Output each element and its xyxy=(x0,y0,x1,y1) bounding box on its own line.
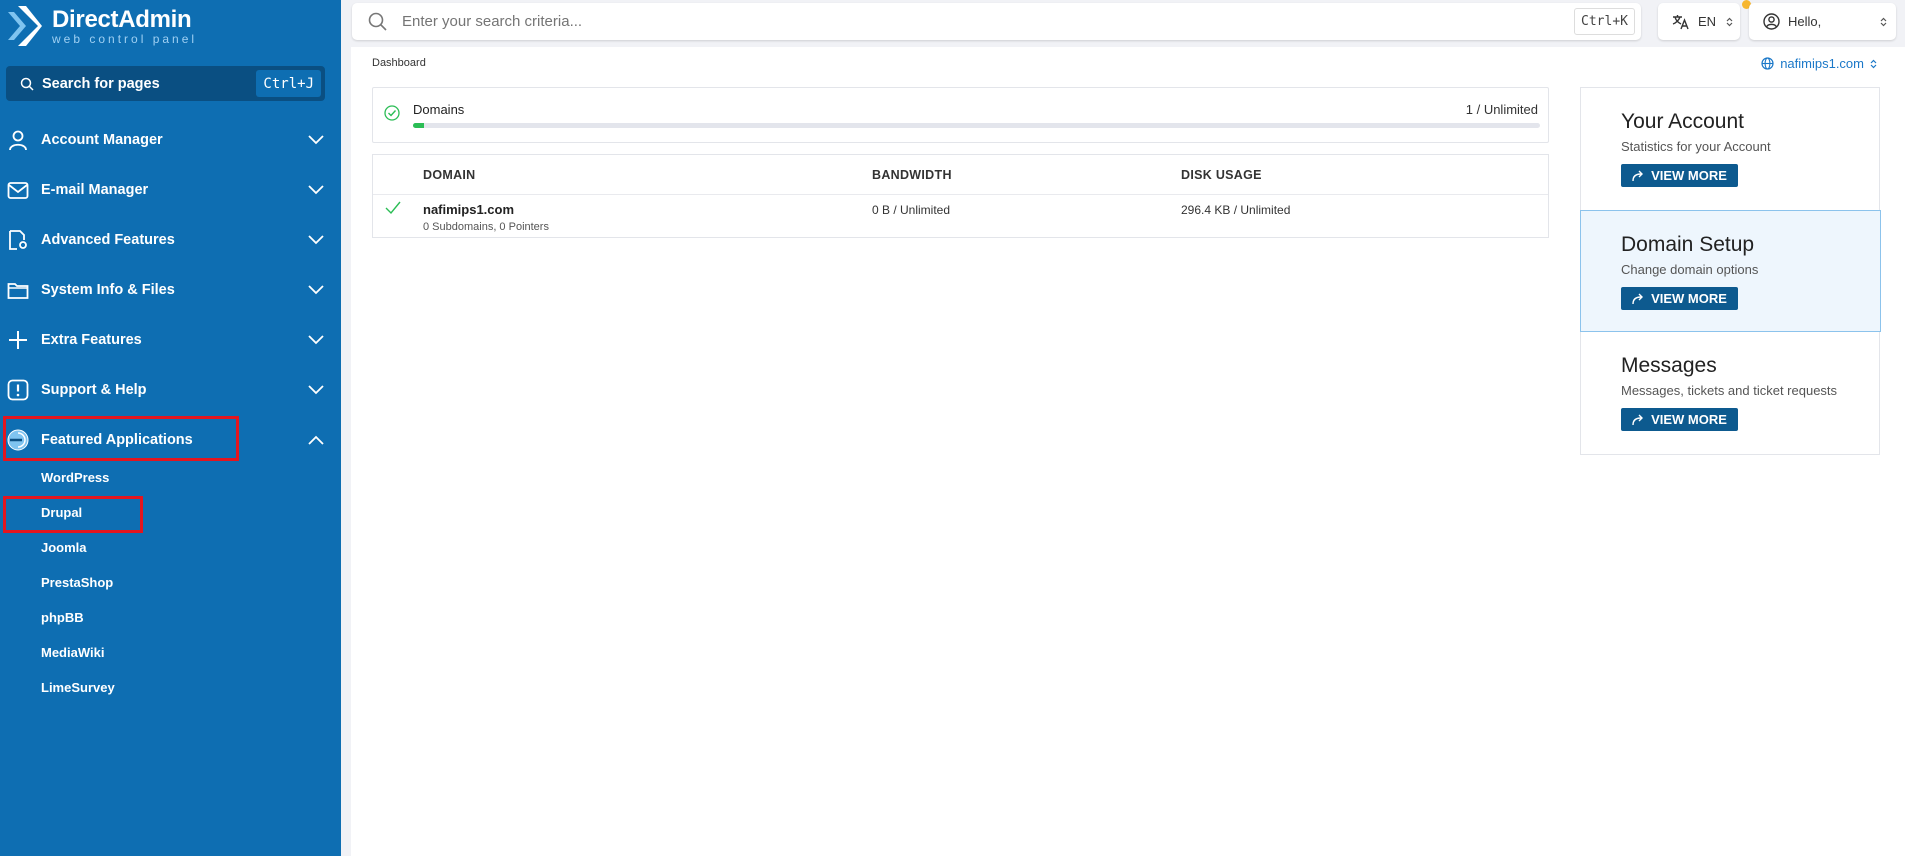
directadmin-logo[interactable]: DirectAdmin web control panel xyxy=(6,6,197,46)
global-search-input[interactable] xyxy=(402,13,1502,30)
column-header-disk-usage: DISK USAGE xyxy=(1181,168,1262,182)
sidebar-menu: Account Manager E-mail Manager Advanced … xyxy=(0,115,341,465)
view-more-label: VIEW MORE xyxy=(1651,291,1727,306)
main-content: Dashboard nafimips1.com Domains 1 / Unli… xyxy=(351,47,1905,856)
card-title: Your Account xyxy=(1621,110,1744,133)
sidebar-item-label: System Info & Files xyxy=(41,282,175,298)
language-selector[interactable]: EN xyxy=(1658,3,1740,40)
submenu-item-mediawiki[interactable]: MediaWiki xyxy=(0,635,341,670)
table-divider xyxy=(373,194,1548,195)
sidebar-item-label: Advanced Features xyxy=(41,232,175,248)
user-icon xyxy=(9,130,27,151)
view-more-button[interactable]: VIEW MORE xyxy=(1621,164,1738,187)
redirect-icon xyxy=(1632,170,1644,181)
domains-usage-value: 1 / Unlimited xyxy=(1465,102,1538,117)
global-search-shortcut: Ctrl+K xyxy=(1574,8,1635,35)
language-label: EN xyxy=(1698,14,1717,29)
sidebar-search-shortcut: Ctrl+J xyxy=(256,70,321,97)
search-icon xyxy=(20,77,34,91)
sidebar-item-label: Support & Help xyxy=(41,382,147,398)
updown-chevron-icon xyxy=(1880,17,1887,27)
search-icon xyxy=(368,12,387,31)
table-cell-domain[interactable]: nafimips1.com xyxy=(423,202,514,217)
selected-domain-label: nafimips1.com xyxy=(1780,56,1864,71)
card-messages: Messages Messages, tickets and ticket re… xyxy=(1581,332,1881,454)
table-cell-domain-details: 0 Subdomains, 0 Pointers xyxy=(423,221,549,233)
domains-usage-label: Domains xyxy=(413,102,465,117)
folder-icon xyxy=(7,283,29,299)
sidebar-item-support-help[interactable]: Support & Help xyxy=(0,365,341,415)
sidebar-item-label: Account Manager xyxy=(41,132,163,148)
view-more-button[interactable]: VIEW MORE xyxy=(1621,287,1738,310)
card-description: Messages, tickets and ticket requests xyxy=(1621,383,1838,398)
domains-usage-bar xyxy=(413,123,1540,128)
domain-selector[interactable]: nafimips1.com xyxy=(1761,56,1877,71)
redirect-icon xyxy=(1632,293,1644,304)
domains-usage-card: Domains 1 / Unlimited xyxy=(372,87,1549,143)
submenu-item-prestashop[interactable]: PrestaShop xyxy=(0,565,341,600)
sidebar-item-system-info-files[interactable]: System Info & Files xyxy=(0,265,341,315)
sidebar-item-extra-features[interactable]: Extra Features xyxy=(0,315,341,365)
chevron-up-icon xyxy=(308,435,324,445)
card-description: Change domain options xyxy=(1621,262,1759,277)
column-header-bandwidth: BANDWIDTH xyxy=(872,168,952,182)
user-menu[interactable]: Hello, xyxy=(1749,3,1896,40)
sidebar: DirectAdmin web control panel Search for… xyxy=(0,0,341,856)
submenu-item-limesurvey[interactable]: LimeSurvey xyxy=(0,670,341,705)
sidebar-item-email-manager[interactable]: E-mail Manager xyxy=(0,165,341,215)
view-more-button[interactable]: VIEW MORE xyxy=(1621,408,1738,431)
user-circle-icon xyxy=(1763,13,1780,30)
card-description: Statistics for your Account xyxy=(1621,139,1771,154)
sidebar-item-label: E-mail Manager xyxy=(41,182,149,198)
chevron-down-icon xyxy=(308,335,324,345)
check-circle-icon xyxy=(384,105,400,121)
card-your-account: Your Account Statistics for your Account… xyxy=(1581,88,1881,210)
user-greeting: Hello, xyxy=(1788,14,1822,29)
view-more-label: VIEW MORE xyxy=(1651,168,1727,183)
brand-subtitle: web control panel xyxy=(52,31,198,46)
highlight-featured-applications xyxy=(3,416,239,461)
brand-title: DirectAdmin xyxy=(52,5,192,33)
sidebar-item-label: Extra Features xyxy=(41,332,142,348)
card-domain-setup: Domain Setup Change domain options VIEW … xyxy=(1580,210,1881,332)
redirect-icon xyxy=(1632,414,1644,425)
sidebar-item-account-manager[interactable]: Account Manager xyxy=(0,115,341,165)
logo-mark-icon xyxy=(8,6,42,46)
card-title: Messages xyxy=(1621,354,1717,377)
view-more-label: VIEW MORE xyxy=(1651,412,1727,427)
domains-table: DOMAIN BANDWIDTH DISK USAGE nafimips1.co… xyxy=(372,154,1549,238)
global-search-bar[interactable]: Ctrl+K xyxy=(352,3,1641,40)
sidebar-item-advanced-features[interactable]: Advanced Features xyxy=(0,215,341,265)
sidebar-search-label: Search for pages xyxy=(42,75,160,92)
alert-icon xyxy=(7,379,29,401)
breadcrumb[interactable]: Dashboard xyxy=(372,57,426,69)
table-cell-disk-usage: 296.4 KB / Unlimited xyxy=(1181,203,1291,217)
translate-icon xyxy=(1672,14,1689,29)
sidebar-search[interactable]: Search for pages Ctrl+J xyxy=(6,66,325,101)
chevron-down-icon xyxy=(308,135,324,145)
mail-icon xyxy=(7,182,29,199)
globe-icon xyxy=(1761,57,1774,70)
domains-usage-bar-fill xyxy=(413,123,425,128)
updown-chevron-icon xyxy=(1726,17,1733,27)
chevron-down-icon xyxy=(308,185,324,195)
submenu-item-phpbb[interactable]: phpBB xyxy=(0,600,341,635)
quick-links-panel: Your Account Statistics for your Account… xyxy=(1580,87,1881,455)
highlight-drupal xyxy=(3,496,143,533)
chevron-down-icon xyxy=(308,285,324,295)
settings-doc-icon xyxy=(9,230,27,250)
chevron-down-icon xyxy=(308,235,324,245)
plus-icon xyxy=(9,331,27,349)
submenu-item-wordpress[interactable]: WordPress xyxy=(0,460,341,495)
card-title: Domain Setup xyxy=(1621,233,1755,256)
submenu-item-joomla[interactable]: Joomla xyxy=(0,530,341,565)
column-header-domain: DOMAIN xyxy=(423,168,476,182)
table-cell-bandwidth: 0 B / Unlimited xyxy=(872,203,951,217)
chevron-down-icon xyxy=(308,385,324,395)
updown-chevron-icon xyxy=(1870,59,1877,68)
check-icon xyxy=(385,201,401,215)
